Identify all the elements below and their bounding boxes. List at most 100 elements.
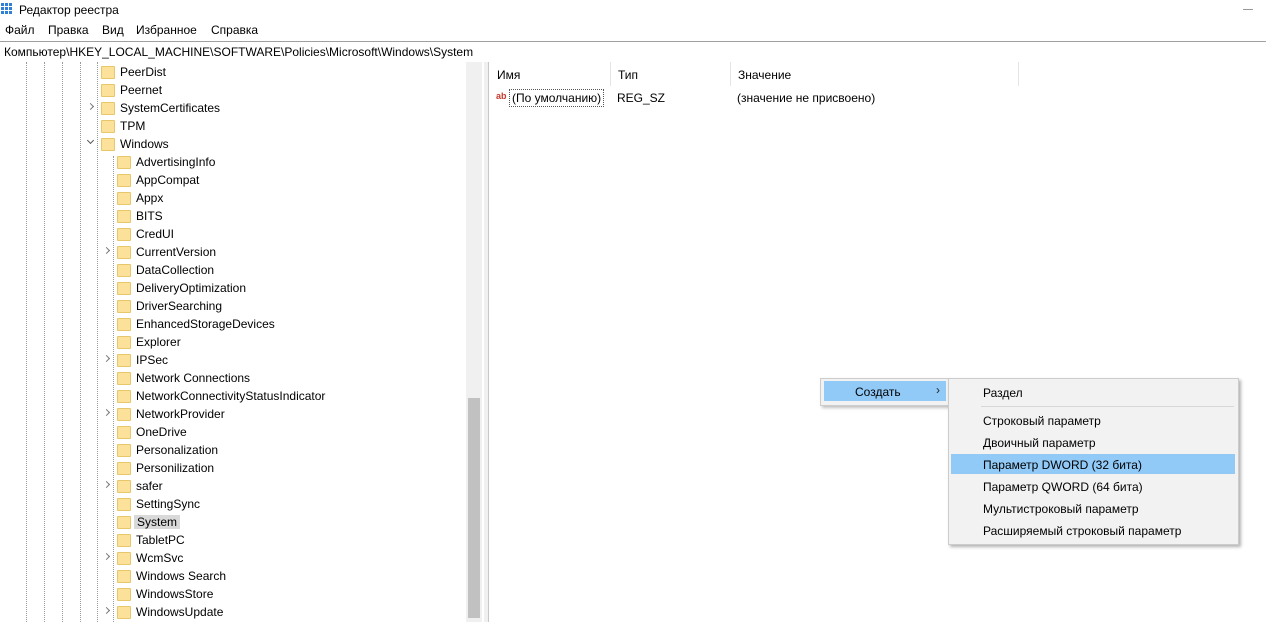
tree-node-label: NetworkProvider (136, 407, 225, 421)
chevron-right-icon[interactable] (102, 408, 112, 418)
folder-icon (117, 210, 131, 223)
chevron-right-icon: › (936, 383, 940, 397)
tree-node-label: Appx (136, 191, 164, 205)
tree-node-windowsstore[interactable]: WindowsStore (0, 585, 460, 603)
menu-view[interactable]: Вид (102, 23, 124, 37)
tree-node-label: Windows Search (136, 569, 227, 583)
chevron-right-icon[interactable] (102, 354, 112, 364)
tree-node-ipsec[interactable]: IPSec (0, 351, 460, 369)
chevron-down-icon[interactable] (86, 138, 96, 148)
minimize-button[interactable] (1243, 9, 1253, 10)
tree-node-settingsync[interactable]: SettingSync (0, 495, 460, 513)
tree-node-datacollection[interactable]: DataCollection (0, 261, 460, 279)
column-header-type[interactable]: Тип (610, 62, 731, 86)
tree-node-currentversion[interactable]: CurrentVersion (0, 243, 460, 261)
tree-node-label: TabletPC (136, 533, 185, 547)
tree-node-peerdist[interactable]: PeerDist (0, 63, 460, 81)
tree-node-label: Network Connections (136, 371, 251, 385)
folder-icon (117, 174, 131, 187)
tree-node-label: DeliveryOptimization (136, 281, 247, 295)
menu-help[interactable]: Справка (211, 23, 258, 37)
address-path[interactable]: Компьютер\HKEY_LOCAL_MACHINE\SOFTWARE\Po… (4, 45, 473, 59)
menu-file[interactable]: Файл (5, 23, 35, 37)
chevron-right-icon[interactable] (86, 102, 96, 112)
submenu-item-string[interactable]: Строковый параметр (951, 410, 1235, 430)
tree-scrollbar[interactable] (466, 62, 482, 622)
column-header-value[interactable]: Значение (730, 62, 1019, 86)
chevron-right-icon[interactable] (102, 480, 112, 490)
folder-icon (117, 606, 131, 619)
column-header-name[interactable]: Имя (489, 62, 611, 86)
tree-node-label: System (134, 515, 181, 529)
tree-node-deliveryoptimization[interactable]: DeliveryOptimization (0, 279, 460, 297)
tree-node-label: NetworkConnectivityStatusIndicator (136, 389, 326, 403)
submenu-item-dword[interactable]: Параметр DWORD (32 бита) (951, 454, 1235, 474)
tree-node-tpm[interactable]: TPM (0, 117, 460, 135)
address-bar[interactable]: Компьютер\HKEY_LOCAL_MACHINE\SOFTWARE\Po… (0, 41, 1266, 63)
value-row[interactable]: ab (По умолчанию) REG_SZ (значение не пр… (489, 88, 1266, 107)
tree-node-system[interactable]: System (0, 513, 460, 531)
tree-node-explorer[interactable]: Explorer (0, 333, 460, 351)
folder-icon (117, 300, 131, 313)
folder-icon (117, 498, 131, 511)
tree-node-personilization[interactable]: Personilization (0, 459, 460, 477)
folder-icon (117, 336, 131, 349)
chevron-right-icon[interactable] (102, 552, 112, 562)
tree-node-advertisinginfo[interactable]: AdvertisingInfo (0, 153, 460, 171)
create-menu-item[interactable]: Создать › (824, 381, 946, 401)
tree-node-appx[interactable]: Appx (0, 189, 460, 207)
tree-node-label: WindowsUpdate (136, 605, 224, 619)
scrollbar-thumb[interactable] (468, 398, 480, 618)
tree-node-windows[interactable]: Windows (0, 135, 460, 153)
tree-node-peernet[interactable]: Peernet (0, 81, 460, 99)
folder-icon (117, 264, 131, 277)
tree-node-networkprovider[interactable]: NetworkProvider (0, 405, 460, 423)
registry-tree[interactable]: PeerDist Peernet SystemCertificates TPM Wind… (0, 62, 484, 622)
tree-node-windows-search[interactable]: Windows Search (0, 567, 460, 585)
submenu-item-key[interactable]: Раздел (951, 382, 1235, 402)
chevron-right-icon[interactable] (102, 246, 112, 256)
menu-edit[interactable]: Правка (48, 23, 89, 37)
menu-favorites[interactable]: Избранное (136, 23, 197, 37)
tree-node-windowsupdate[interactable]: WindowsUpdate (0, 603, 460, 621)
tree-node-credui[interactable]: CredUI (0, 225, 460, 243)
tree-node-label: WcmSvc (136, 551, 184, 565)
tree-node-label: CurrentVersion (136, 245, 217, 259)
value-data: (значение не присвоено) (737, 91, 876, 105)
tree-node-label: SettingSync (136, 497, 201, 511)
tree-node-label: IPSec (136, 353, 169, 367)
tree-node-label: BITS (136, 209, 163, 223)
folder-icon (117, 570, 131, 583)
folder-icon (117, 156, 131, 169)
folder-icon (117, 516, 131, 529)
tree-node-wcmsvc[interactable]: WcmSvc (0, 549, 460, 567)
folder-icon (117, 408, 131, 421)
tree-node-label: Personalization (136, 443, 219, 457)
folder-icon (117, 534, 131, 547)
submenu-item-qword[interactable]: Параметр QWORD (64 бита) (951, 476, 1235, 496)
menu-bar: Файл Правка Вид Избранное Справка (0, 20, 1266, 40)
submenu-item-binary[interactable]: Двоичный параметр (951, 432, 1235, 452)
tree-node-label: Explorer (136, 335, 181, 349)
tree-node-onedrive[interactable]: OneDrive (0, 423, 460, 441)
tree-node-tabletpc[interactable]: TabletPC (0, 531, 460, 549)
chevron-right-icon[interactable] (102, 606, 112, 616)
tree-node-networkconnectivitystatusindicator[interactable]: NetworkConnectivityStatusIndicator (0, 387, 460, 405)
submenu-item-expandable-string[interactable]: Расширяемый строковый параметр (951, 520, 1235, 540)
tree-node-label: EnhancedStorageDevices (136, 317, 275, 331)
submenu-item-multistring[interactable]: Мультистроковый параметр (951, 498, 1235, 518)
tree-node-enhancedstoragedevices[interactable]: EnhancedStorageDevices (0, 315, 460, 333)
tree-node-personalization[interactable]: Personalization (0, 441, 460, 459)
string-value-icon: ab (496, 91, 507, 101)
tree-node-safer[interactable]: safer (0, 477, 460, 495)
tree-node-systemcertificates[interactable]: SystemCertificates (0, 99, 460, 117)
tree-node-network-connections[interactable]: Network Connections (0, 369, 460, 387)
tree-node-label: OneDrive (136, 425, 187, 439)
folder-icon (117, 552, 131, 565)
folder-icon (117, 282, 131, 295)
tree-node-bits[interactable]: BITS (0, 207, 460, 225)
tree-node-appcompat[interactable]: AppCompat (0, 171, 460, 189)
tree-node-label: SystemCertificates (120, 101, 221, 115)
value-name[interactable]: (По умолчанию) (509, 89, 605, 107)
tree-node-driversearching[interactable]: DriverSearching (0, 297, 460, 315)
